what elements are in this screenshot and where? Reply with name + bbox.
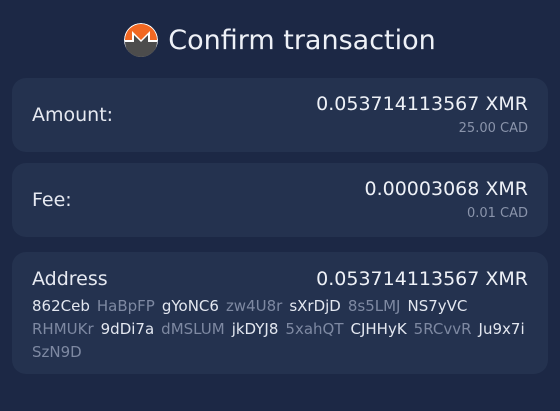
address-chunk: dMSLUM	[161, 320, 225, 338]
address-chunk: HaBpFP	[96, 297, 155, 315]
address-label: Address	[32, 268, 108, 290]
address-chunk: 862Ceb	[32, 297, 90, 315]
address-chunk: Ju9x7i	[478, 320, 525, 338]
amount-fiat-value: 25.00 CAD	[458, 121, 528, 136]
address-chunk: gYoNC6	[161, 297, 219, 315]
address-card: Address 0.053714113567 XMR 862Ceb HaBpFP g…	[12, 252, 548, 374]
header: Confirm transaction	[0, 0, 560, 80]
address-chunk: 5RCvvR	[413, 320, 472, 338]
address-chunk: SzN9D	[32, 343, 82, 361]
fee-value: 0.00003068 XMR	[364, 178, 529, 200]
address-chunk: CJHHyK	[350, 320, 407, 338]
address-chunk: zw4U8r	[225, 297, 283, 315]
address-chunk: 5xahQT	[285, 320, 344, 338]
address-chunk: NS7yVC	[407, 297, 468, 315]
fee-label: Fee:	[32, 189, 72, 211]
address-chunk: sXrDjD	[289, 297, 341, 315]
recipient-address: 862Ceb HaBpFP gYoNC6 zw4U8r sXrDjD 8s5LMJ NS7y…	[32, 295, 532, 364]
amount-card: Amount: 0.053714113567 XMR 25.00 CAD	[12, 78, 548, 152]
address-chunk: 9dDi7a	[100, 320, 155, 338]
address-chunk: jkDYJ8	[231, 320, 279, 338]
amount-value: 0.053714113567 XMR	[316, 93, 528, 115]
monero-logo-icon	[124, 23, 159, 57]
page-title: Confirm transaction	[168, 24, 436, 56]
address-chunk: 8s5LMJ	[347, 297, 401, 315]
address-chunk: RHMUKr	[32, 320, 94, 338]
amount-label: Amount:	[32, 104, 114, 126]
fee-card: Fee: 0.00003068 XMR 0.01 CAD	[12, 163, 548, 237]
address-amount-value: 0.053714113567 XMR	[316, 268, 528, 290]
fee-fiat-value: 0.01 CAD	[466, 206, 528, 221]
